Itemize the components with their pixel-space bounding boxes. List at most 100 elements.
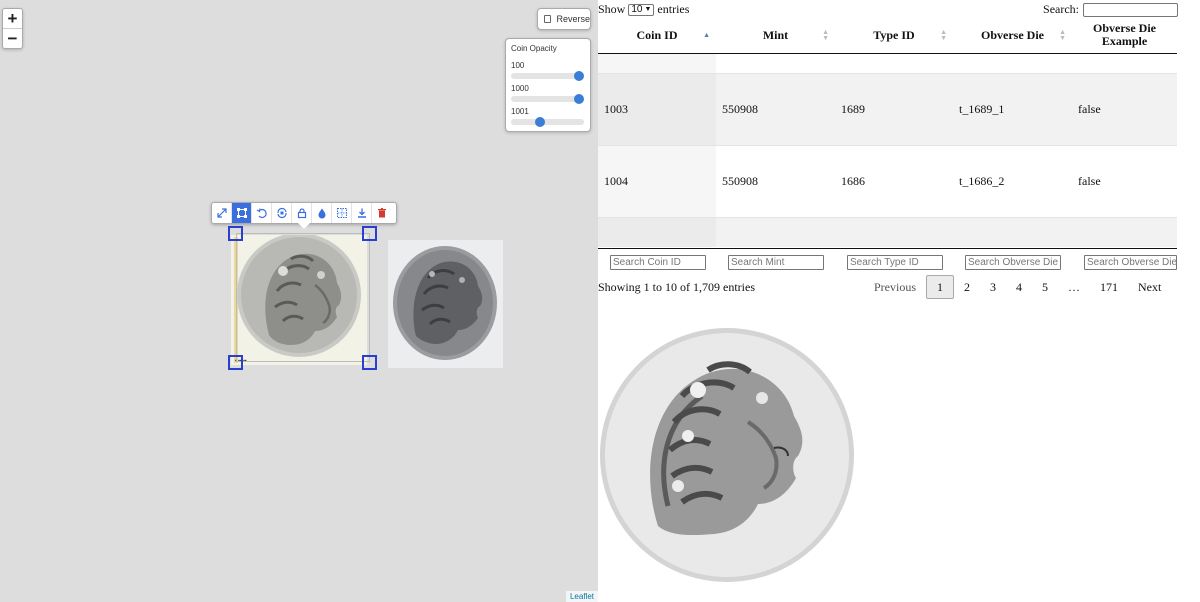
table-cell: 1004 xyxy=(598,144,716,217)
table-cell xyxy=(835,52,953,73)
slider-thumb[interactable] xyxy=(534,117,545,127)
lock-icon[interactable] xyxy=(292,203,312,223)
column-label: Type ID xyxy=(873,27,915,42)
column-header-mint[interactable]: Mint ▲ ▼ xyxy=(716,18,835,54)
table-row-partial[interactable] xyxy=(598,52,1177,73)
page-button[interactable]: 3 xyxy=(980,280,1006,295)
page-length-value: 10 xyxy=(631,4,643,15)
table-cell: 550908 xyxy=(716,144,835,217)
distort-icon[interactable] xyxy=(232,203,252,223)
table-cell xyxy=(716,216,835,247)
pagination: Previous 1 2 3 4 5 … 171 Next xyxy=(864,275,1171,299)
filter-obverse-die-example-input[interactable]: Search Obverse Die Example xyxy=(1084,255,1177,270)
table-cell: 550908 xyxy=(716,72,835,145)
column-header-obverse-die[interactable]: Obverse Die ▲ ▼ xyxy=(953,18,1072,54)
column-header-obverse-die-example[interactable]: Obverse Die Example xyxy=(1072,18,1177,54)
pagination-ellipsis: … xyxy=(1068,279,1080,294)
leaflet-attribution[interactable]: Leaflet xyxy=(565,591,598,602)
sort-icon: ▲ ▼ xyxy=(940,28,947,43)
reverse-control[interactable]: Reverse xyxy=(537,8,591,30)
page-button[interactable]: 4 xyxy=(1006,280,1032,295)
opacity-slider[interactable] xyxy=(511,71,584,81)
border-icon[interactable] xyxy=(332,203,352,223)
table-cell xyxy=(953,52,1072,73)
column-header-coin-id[interactable]: Coin ID ▲ xyxy=(598,18,716,54)
opacity-title: Coin Opacity xyxy=(511,44,557,53)
table-cell xyxy=(598,52,716,73)
table-cell: t_1686_2 xyxy=(953,144,1072,217)
table-row[interactable]: 1003 550908 1689 t_1689_1 false xyxy=(598,72,1177,145)
column-header-type-id[interactable]: Type ID ▲ ▼ xyxy=(835,18,953,54)
expand-icon[interactable] xyxy=(212,203,232,223)
map-pane[interactable]: + − Reverse Coin Opacity 100 1000 1001 ▪… xyxy=(0,0,598,602)
search-label: Search: xyxy=(1043,2,1079,16)
table-cell: 1686 xyxy=(835,144,953,217)
coin-preview-image xyxy=(598,326,856,584)
export-icon[interactable] xyxy=(352,203,372,223)
table-cell xyxy=(835,216,953,247)
coin-table: Coin ID ▲ Mint ▲ ▼ Type ID ▲ ▼ Obverse Die ▲ ▼ … xyxy=(598,18,1177,247)
opacity-slider-row: 100 xyxy=(511,61,586,84)
table-cell xyxy=(953,216,1072,247)
filter-mint-input[interactable]: Search Mint xyxy=(728,255,824,270)
table-cell xyxy=(716,52,835,73)
slider-label: 100 xyxy=(511,61,525,70)
opacity-slider-row: 1001 xyxy=(511,107,586,130)
opacity-icon[interactable] xyxy=(312,203,332,223)
coin-opacity-panel: Coin Opacity 100 1000 1001 xyxy=(505,38,591,132)
page-button[interactable]: 171 xyxy=(1090,280,1128,295)
reverse-checkbox[interactable] xyxy=(544,15,552,23)
table-row[interactable]: 1004 550908 1686 t_1686_2 false xyxy=(598,144,1177,217)
filter-obverse-die-input[interactable]: Search Obverse Die xyxy=(965,255,1061,270)
filter-type-id-input[interactable]: Search Type ID xyxy=(847,255,943,270)
sort-asc-icon: ▲ xyxy=(703,31,710,40)
table-row-partial[interactable] xyxy=(598,216,1177,247)
slider-thumb[interactable] xyxy=(574,94,584,104)
sort-icon: ▲ ▼ xyxy=(822,28,829,43)
rotate-icon[interactable] xyxy=(252,203,272,223)
toolbar-pointer xyxy=(298,223,310,229)
table-cell: 1689 xyxy=(835,72,953,145)
opacity-slider[interactable] xyxy=(511,117,584,127)
reverse-label: Reverse xyxy=(556,14,590,24)
previous-button[interactable]: Previous xyxy=(864,280,926,295)
corner-handle[interactable] xyxy=(228,355,243,370)
slider-label: 1001 xyxy=(511,107,529,116)
zoom-in-button[interactable]: + xyxy=(3,9,22,29)
page-button[interactable]: 2 xyxy=(954,280,980,295)
table-info: Showing 1 to 10 of 1,709 entries xyxy=(598,280,755,294)
table-cell: 1003 xyxy=(598,72,716,145)
table-cell xyxy=(598,216,716,247)
corner-handle[interactable] xyxy=(362,226,377,241)
opacity-slider-row: 1000 xyxy=(511,84,586,107)
corner-handle[interactable] xyxy=(362,355,377,370)
zoom-control: + − xyxy=(2,8,23,49)
show-label: Show xyxy=(598,2,626,16)
next-button[interactable]: Next xyxy=(1128,280,1171,295)
table-cell xyxy=(1072,216,1177,247)
column-label: Obverse Die xyxy=(981,27,1044,42)
coin-image-overlay[interactable]: ▪ ▪▪ ▪▪ xyxy=(231,235,367,365)
slider-label: 1000 xyxy=(511,84,529,93)
page-button-current[interactable]: 1 xyxy=(926,275,954,299)
opacity-slider[interactable] xyxy=(511,94,584,104)
table-cell: false xyxy=(1072,144,1177,217)
scale-icon[interactable] xyxy=(272,203,292,223)
table-cell xyxy=(1072,52,1177,73)
corner-handle[interactable] xyxy=(228,226,243,241)
delete-icon[interactable] xyxy=(372,203,392,223)
image-toolbar xyxy=(211,202,397,224)
sort-icon: ▲ ▼ xyxy=(1059,28,1066,43)
filter-coin-id-input[interactable]: Search Coin ID xyxy=(610,255,706,270)
table-cell: t_1689_1 xyxy=(953,72,1072,145)
column-label: Mint xyxy=(762,27,789,42)
page-button[interactable]: 5 xyxy=(1032,280,1058,295)
slider-thumb[interactable] xyxy=(574,71,584,81)
chevron-down-icon: ▼ xyxy=(644,6,652,13)
page-length-select[interactable]: 10 ▼ xyxy=(628,3,655,16)
global-search: Search: xyxy=(1043,2,1178,17)
coin-image-secondary[interactable] xyxy=(388,240,503,368)
zoom-out-button[interactable]: − xyxy=(3,29,22,49)
search-input[interactable] xyxy=(1083,2,1178,17)
column-label: Coin ID xyxy=(636,27,678,42)
